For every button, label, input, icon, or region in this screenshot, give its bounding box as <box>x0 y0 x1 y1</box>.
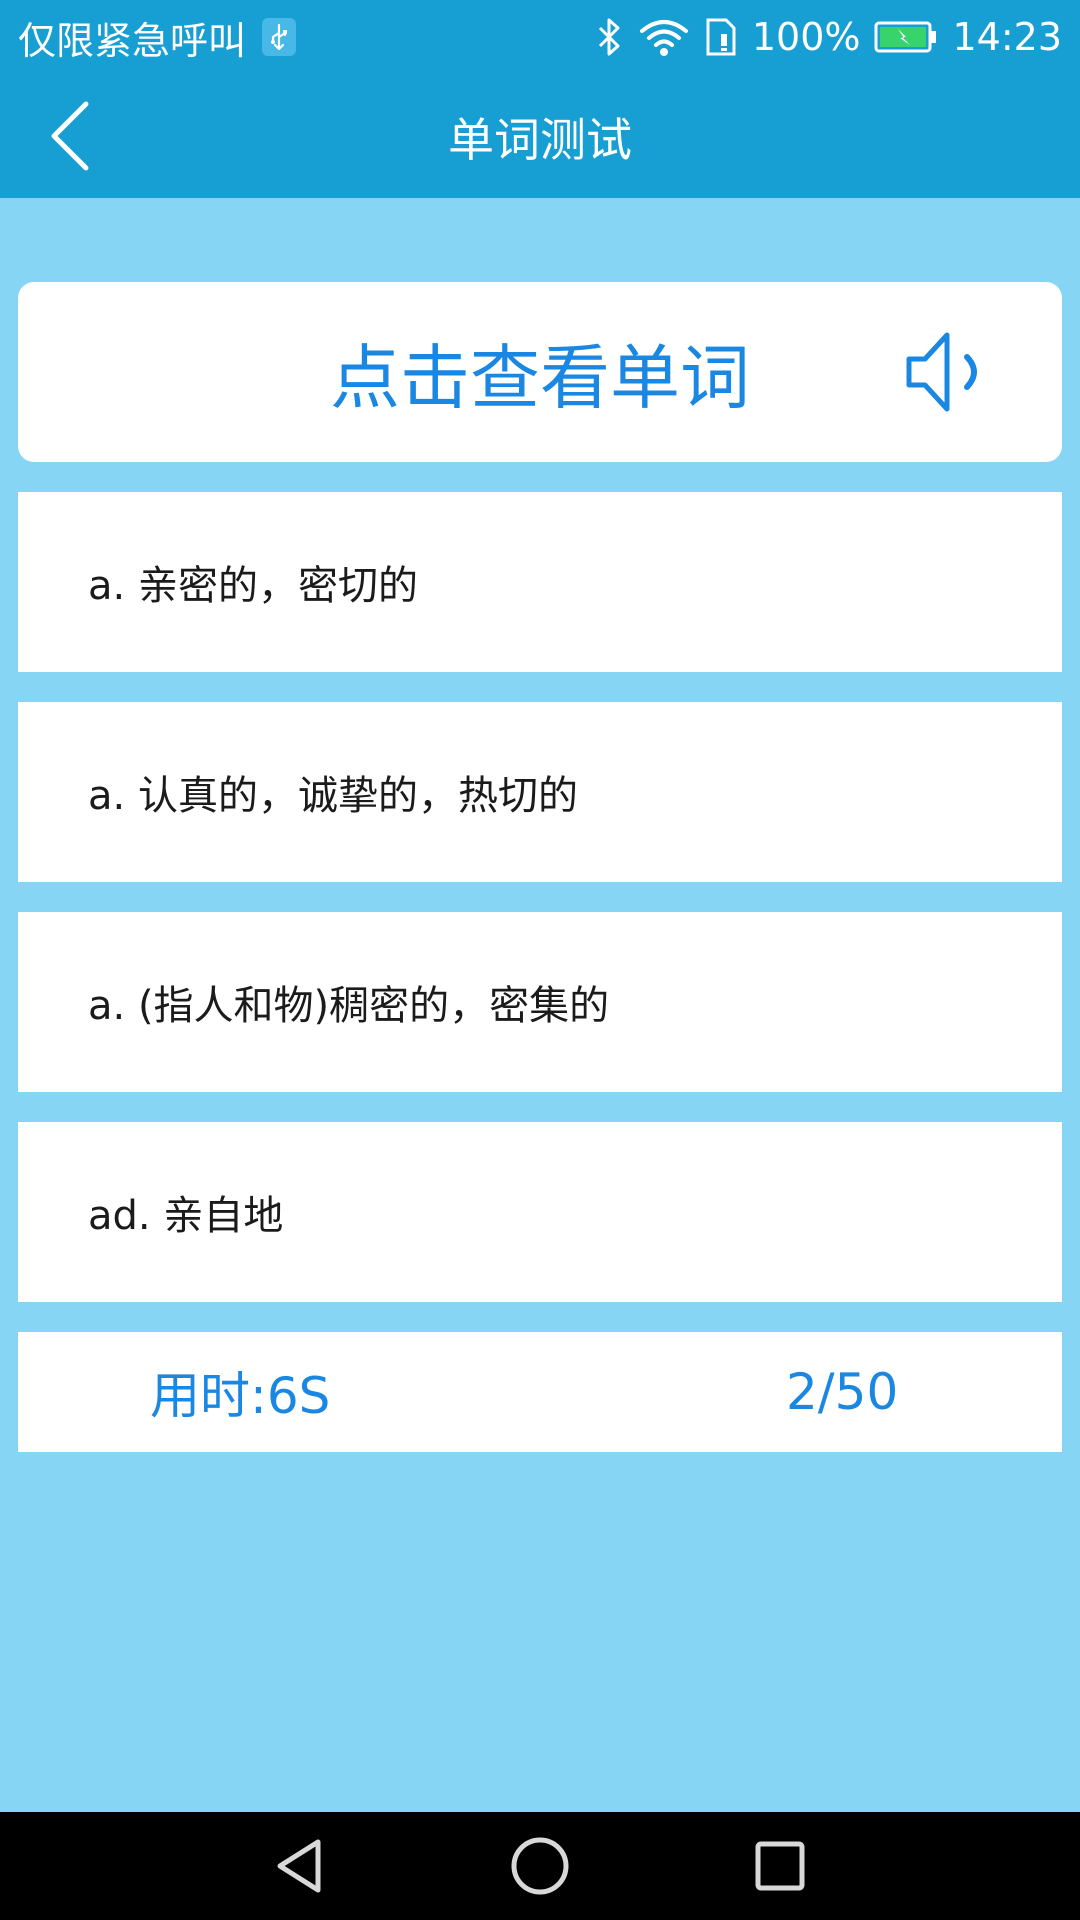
status-bar: 仅限紧急呼叫 100% 14:23 <box>0 0 1080 75</box>
nav-home-button[interactable] <box>500 1826 580 1906</box>
speaker-button[interactable] <box>898 322 1008 422</box>
nav-back-button[interactable] <box>260 1826 340 1906</box>
back-button[interactable] <box>30 96 110 176</box>
option-3[interactable]: a. (指人和物)稠密的，密集的 <box>18 912 1062 1092</box>
word-card[interactable]: 点击查看单词 <box>18 282 1062 462</box>
time-used-label: 用时:6S <box>150 1367 331 1425</box>
progress-label: 2/50 <box>786 1363 899 1421</box>
chevron-left-icon <box>51 101 89 171</box>
battery-icon <box>874 20 938 54</box>
carrier-text: 仅限紧急呼叫 <box>18 18 247 63</box>
speaker-icon <box>906 332 977 412</box>
sim-icon <box>704 16 738 58</box>
option-text: a. 认真的，诚挚的，热切的 <box>88 773 578 819</box>
system-nav-bar <box>0 1812 1080 1920</box>
status-left: 仅限紧急呼叫 <box>18 8 297 66</box>
nav-home-icon <box>511 1837 569 1895</box>
nav-recent-icon <box>755 1841 805 1891</box>
option-1[interactable]: a. 亲密的，密切的 <box>18 492 1062 672</box>
battery-percent: 100% <box>751 15 861 59</box>
usb-icon <box>262 18 297 56</box>
bluetooth-icon <box>594 16 624 58</box>
status-right: 100% 14:23 <box>594 8 1062 66</box>
option-text: a. (指人和物)稠密的，密集的 <box>88 983 610 1029</box>
status-time: 14:23 <box>952 15 1062 59</box>
option-4[interactable]: ad. 亲自地 <box>18 1122 1062 1302</box>
title-bar: 单词测试 <box>0 75 1080 198</box>
wifi-icon <box>638 17 690 57</box>
page-title: 单词测试 <box>448 112 632 167</box>
option-text: a. 亲密的，密切的 <box>88 563 418 609</box>
footer-bar: 用时:6S 2/50 <box>18 1332 1062 1452</box>
nav-back-icon <box>277 1839 321 1893</box>
option-2[interactable]: a. 认真的，诚挚的，热切的 <box>18 702 1062 882</box>
nav-recent-button[interactable] <box>740 1826 820 1906</box>
option-text: ad. 亲自地 <box>88 1193 284 1239</box>
